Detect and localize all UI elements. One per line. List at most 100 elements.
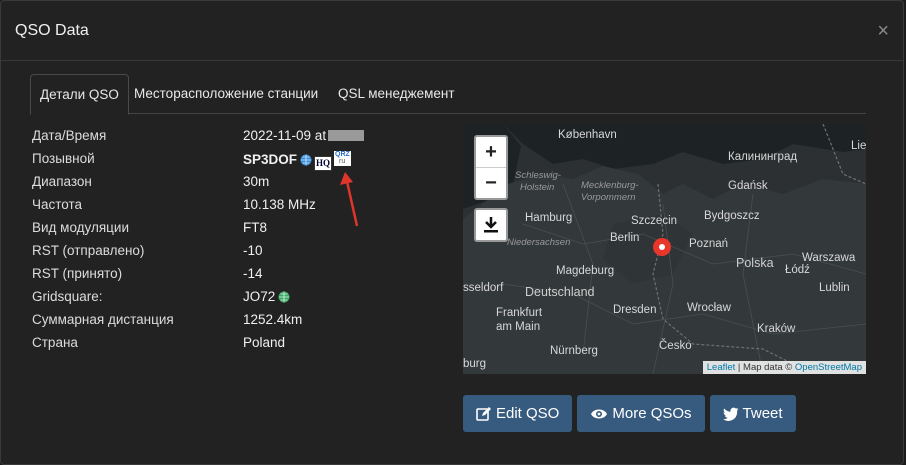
gridsquare-value: JO72 [243,289,276,304]
detail-label: RST (принято) [32,266,123,281]
edit-qso-button[interactable]: Edit QSO [463,395,573,432]
detail-label: Вид модуляции [32,220,129,235]
map-label-gdansk: Gdańsk [728,180,768,192]
detail-row-datetime: Дата/Время 2022-11-09 at [32,125,452,148]
detail-value: -10 [243,243,263,258]
globe-icon[interactable] [300,154,312,166]
detail-value: 2022-11-09 at [243,128,365,143]
more-qsos-label: More QSOs [612,405,692,422]
hamqth-icon[interactable]: HQ [314,156,333,171]
tab-qsl-management[interactable]: QSL менеджемент [329,74,464,114]
map-label-berlin: Berlin [610,232,640,244]
detail-value: 1252.4km [243,312,303,327]
map-attribution: Leaflet | Map data © OpenStreetMap [702,361,866,374]
attribution-separator: | Map data © [735,362,795,373]
eye-icon [591,409,608,418]
redacted-time [328,130,365,141]
detail-row-rst-received: RST (принято) -14 [32,263,452,286]
map-label-mecklenburg: Mecklenburg- [581,180,639,191]
tab-bar: Детали QSO Месторасположение станции QSL… [30,74,866,115]
annotation-arrow [340,172,359,227]
map-label-lodz: Łódź [785,264,810,276]
map-label-lublin: Lublin [819,282,850,294]
detail-label: Позывной [32,151,95,166]
tab-station-location[interactable]: Месторасположение станции [125,74,327,114]
map-label-vorpommern: Vorpommern [581,192,636,203]
detail-value: FT8 [243,220,268,235]
map-label-krakow: Kraków [757,323,796,335]
detail-value: Poland [243,335,286,350]
map-label-cesko: Česko [659,340,692,352]
detail-label: Дата/Время [32,128,107,143]
map-label-warszawa: Warszawa [802,252,856,264]
close-icon[interactable]: × [877,21,889,41]
map-label-am-main: am Main [496,321,541,333]
map-label-schleswig: Schleswig- [515,170,561,181]
map-label-kobenhavn: København [558,129,617,141]
map-label-bydgoszcz: Bydgoszcz [704,210,760,222]
more-qsos-button[interactable]: More QSOs [577,395,705,432]
detail-label: Суммарная дистанция [32,312,174,327]
detail-label: Страна [32,335,78,350]
qrz-icon-suffix: ru [339,158,346,165]
map-label-polska: Polska [736,256,774,270]
tweet-button[interactable]: Tweet [709,395,796,432]
detail-value: 30m [243,174,270,189]
qrz-icon[interactable]: QRZ ru [334,151,352,166]
map-label-dresden: Dresden [613,304,657,316]
detail-row-gridsquare: Gridsquare: JO72 [32,286,452,309]
leaflet-link[interactable]: Leaflet [707,362,736,373]
detail-value: JO72 [243,289,290,304]
openstreetmap-link[interactable]: OpenStreetMap [795,362,862,373]
location-marker[interactable] [653,238,671,256]
download-map-button[interactable] [474,208,508,242]
map-label-holstein: Holstein [520,182,555,193]
map-label-magdeburg: Magdeburg [556,265,615,277]
modal-title: QSO Data [15,21,89,39]
map-label-hamburg: Hamburg [525,212,573,224]
qso-data-modal: QSO Data × Детали QSO Месторасположение … [0,0,904,465]
edit-icon [476,406,491,421]
qso-details-list: Дата/Время 2022-11-09 at Позывной SP3DOF… [32,125,452,355]
station-map[interactable]: København Калининград Gdańsk Schleswig- … [463,124,866,374]
download-icon [484,217,498,233]
detail-label: RST (отправлено) [32,243,145,258]
detail-row-callsign: Позывной SP3DOF HQ QRZ ru [32,148,452,171]
detail-row-distance: Суммарная дистанция 1252.4km [32,309,452,332]
callsign-value: SP3DOF [243,152,298,167]
detail-row-band: Диапазон 30m [32,171,452,194]
detail-row-rst-sent: RST (отправлено) -10 [32,240,452,263]
tweet-label: Tweet [742,405,783,422]
action-buttons: Edit QSO More QSOs Tweet [463,395,796,432]
twitter-icon [722,407,739,421]
detail-label: Диапазон [32,174,92,189]
tab-qso-details[interactable]: Детали QSO [30,74,129,115]
detail-value: 10.138 MHz [243,197,316,212]
map-label-burg: burg [463,358,487,370]
map-label-nurnberg: Nürnberg [550,345,598,357]
detail-row-country: Страна Poland [32,332,452,355]
map-label-kaliningrad: Калининград [728,151,798,163]
detail-value: SP3DOF HQ QRZ ru [243,151,352,171]
detail-value: -14 [243,266,263,281]
datetime-value: 2022-11-09 at [243,128,327,143]
qrz-icon-text: QRZ [335,151,350,158]
detail-row-mode: Вид модуляции FT8 [32,217,452,240]
map-label-deutschland: Deutschland [525,285,595,299]
map-label-poznan: Poznań [689,238,729,250]
globe-icon[interactable] [278,291,290,303]
edit-qso-label: Edit QSO [496,405,560,422]
detail-row-frequency: Частота 10.138 MHz [32,194,452,217]
zoom-out-button[interactable]: − [476,168,506,198]
map-label-wroclaw: Wrocław [687,302,731,314]
map-label-dusseldorf: sseldorf [463,282,504,294]
zoom-in-button[interactable]: + [476,137,506,168]
detail-label: Gridsquare: [32,289,103,304]
modal-header: QSO Data × [1,1,903,61]
map-label-szczecin: Szczecin [631,215,678,227]
map-label-niedersachsen: Niedersachsen [507,237,571,248]
zoom-control: + − [474,135,508,200]
detail-label: Частота [32,197,83,212]
map-label-lie: Lie [851,140,866,152]
map-label-frankfurt: Frankfurt [496,307,543,319]
